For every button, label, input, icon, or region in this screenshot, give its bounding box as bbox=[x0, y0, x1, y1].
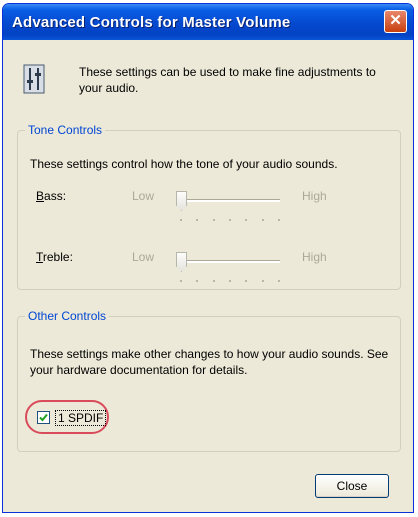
slider-tick bbox=[245, 219, 248, 221]
treble-high-label: High bbox=[302, 250, 327, 264]
slider-tick bbox=[245, 280, 248, 282]
window-title: Advanced Controls for Master Volume bbox=[12, 14, 291, 31]
treble-low-label: Low bbox=[132, 250, 155, 264]
close-icon: ✕ bbox=[389, 12, 402, 29]
bass-slider-ticks bbox=[180, 219, 280, 221]
slider-tick bbox=[196, 280, 199, 282]
bass-slider-thumb[interactable] bbox=[176, 191, 187, 211]
advanced-controls-dialog: Advanced Controls for Master Volume ✕ Th… bbox=[2, 3, 414, 513]
bass-high-label: High bbox=[302, 189, 327, 203]
tone-controls-description: These settings control how the tone of y… bbox=[30, 157, 338, 171]
tone-controls-legend: Tone Controls bbox=[25, 123, 106, 137]
slider-tick bbox=[212, 219, 215, 221]
close-window-button[interactable]: ✕ bbox=[384, 10, 407, 33]
spdif-label[interactable]: 1 SPDIF bbox=[55, 410, 107, 426]
slider-tick bbox=[278, 280, 280, 282]
slider-tick bbox=[278, 219, 280, 221]
slider-tick bbox=[229, 219, 231, 221]
checkmark-icon bbox=[39, 413, 48, 422]
treble-slider-ticks bbox=[180, 280, 280, 282]
treble-slider-thumb[interactable] bbox=[176, 252, 187, 272]
bass-low-label: Low bbox=[132, 189, 155, 203]
other-controls-description: These settings make other changes to how… bbox=[30, 347, 389, 377]
other-controls-legend: Other Controls bbox=[25, 309, 110, 323]
tone-controls-group: Tone Controls These settings control how… bbox=[17, 123, 401, 290]
spdif-highlight: 1 SPDIF bbox=[25, 400, 109, 434]
slider-tick bbox=[180, 280, 182, 282]
slider-tick bbox=[261, 280, 264, 282]
title-bar[interactable]: Advanced Controls for Master Volume ✕ bbox=[3, 4, 413, 40]
treble-slider-track[interactable] bbox=[176, 260, 280, 263]
bass-slider-track[interactable] bbox=[176, 199, 280, 202]
slider-tick bbox=[180, 219, 182, 221]
spdif-checkbox[interactable] bbox=[37, 411, 50, 424]
slider-tick bbox=[196, 219, 199, 221]
bass-label: Bass: bbox=[36, 189, 67, 203]
slider-tick bbox=[261, 219, 264, 221]
equalizer-settings-icon bbox=[23, 64, 45, 94]
slider-tick bbox=[229, 280, 231, 282]
close-button[interactable]: Close bbox=[315, 474, 389, 498]
slider-tick bbox=[212, 280, 215, 282]
treble-label: Treble: bbox=[36, 250, 73, 264]
intro-text: These settings can be used to make fine … bbox=[79, 65, 376, 95]
